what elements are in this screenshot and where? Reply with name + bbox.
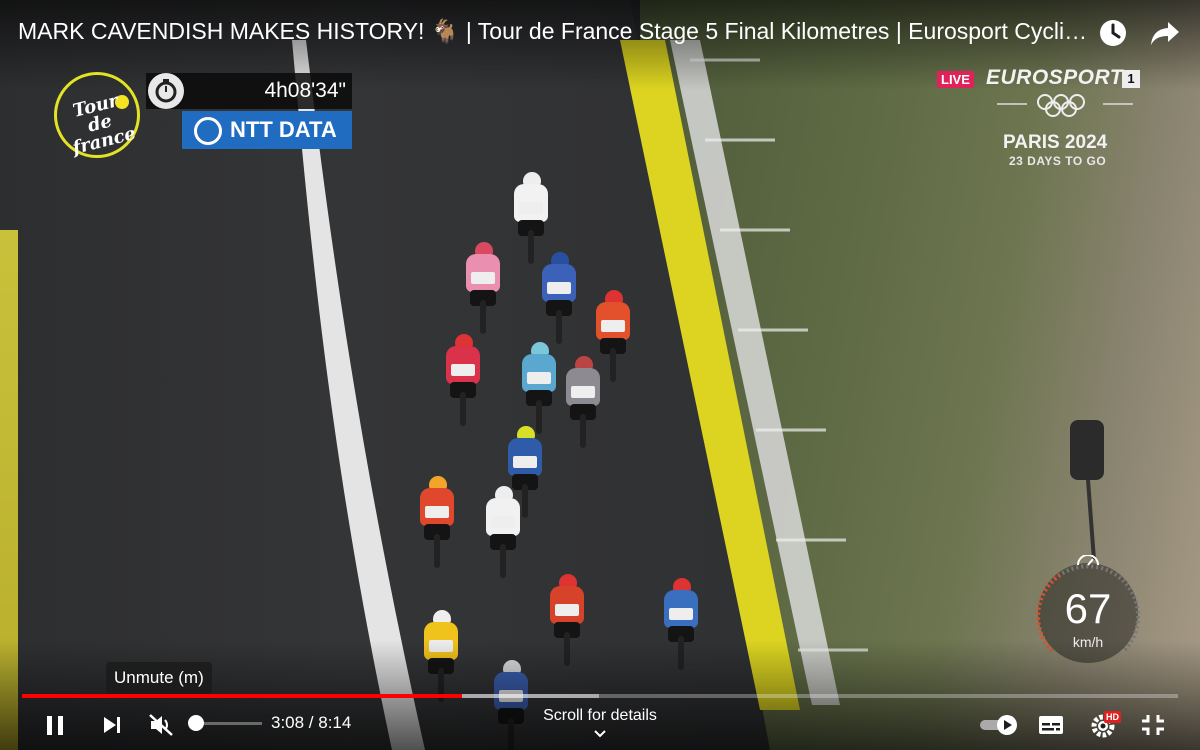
- time-display: 3:08 / 8:14: [271, 713, 352, 732]
- scroll-for-details[interactable]: Scroll for details: [500, 707, 700, 725]
- race-time: 4h08'34": [264, 79, 346, 102]
- volume-slider[interactable]: [197, 722, 262, 725]
- olympics-event: PARIS 2024: [1003, 132, 1108, 153]
- progress-played: [22, 694, 463, 698]
- rider: [440, 334, 486, 426]
- channel-number: 1: [1122, 70, 1140, 88]
- unmute-tooltip: Unmute (m): [106, 662, 212, 694]
- sponsor-name: NTT DATA: [230, 117, 337, 142]
- settings-button[interactable]: HD: [1088, 708, 1122, 742]
- rider: [560, 356, 606, 448]
- subtitles-icon[interactable]: [1034, 708, 1068, 742]
- play-pause-icon[interactable]: [38, 708, 72, 742]
- hd-badge: HD: [1104, 711, 1121, 723]
- next-icon[interactable]: [95, 708, 129, 742]
- sponsor-logo-icon: [194, 117, 222, 145]
- rider: [516, 342, 562, 434]
- fullscreen-icon[interactable]: [1136, 708, 1170, 742]
- stopwatch-icon: [148, 73, 184, 109]
- watch-later-icon[interactable]: [1096, 16, 1130, 50]
- progress-bar[interactable]: [22, 694, 1178, 698]
- rider: [536, 252, 582, 344]
- olympics-countdown: 23 DAYS TO GO: [1009, 154, 1107, 168]
- live-badge: LIVE: [937, 71, 974, 88]
- channel-logo: EUROSPORT: [986, 66, 1124, 89]
- share-icon[interactable]: [1148, 16, 1182, 50]
- tour-de-france-logo: Tour de france: [54, 72, 140, 159]
- autoplay-toggle-icon[interactable]: [978, 708, 1022, 742]
- sponsor-banner: NTT DATA: [182, 111, 352, 149]
- rider: [414, 476, 460, 568]
- speed-value: 67: [1064, 585, 1112, 632]
- rider: [460, 242, 506, 334]
- mute-icon[interactable]: [144, 708, 178, 742]
- volume-knob[interactable]: [188, 715, 204, 731]
- video-player[interactable]: MARK CAVENDISH MAKES HISTORY! 🐐 | Tour d…: [0, 0, 1200, 750]
- video-title[interactable]: MARK CAVENDISH MAKES HISTORY! 🐐 | Tour d…: [18, 18, 1088, 45]
- rider: [480, 486, 526, 578]
- rider: [508, 172, 554, 264]
- olympic-rings-icon: [997, 94, 1133, 117]
- chevron-down-icon[interactable]: [591, 727, 609, 741]
